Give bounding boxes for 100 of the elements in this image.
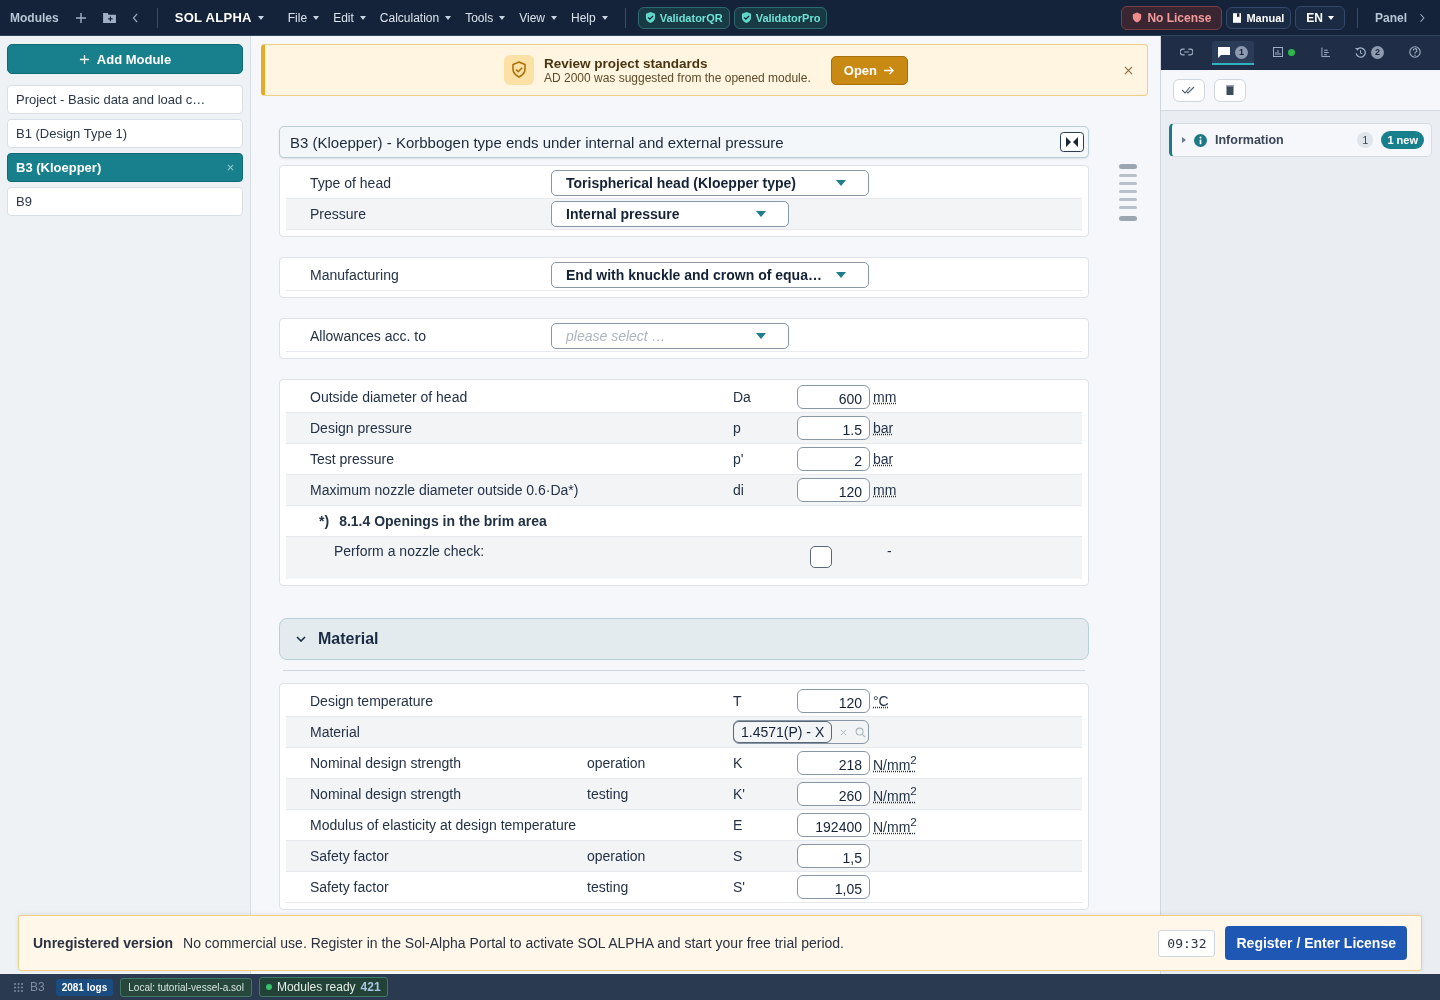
value-field[interactable]: 600: [797, 385, 870, 409]
validator-button[interactable]: ValidatorPro: [733, 6, 828, 29]
value-field[interactable]: 260: [797, 782, 870, 806]
mark-all-read-button[interactable]: [1173, 78, 1205, 102]
delete-button[interactable]: [1214, 78, 1246, 102]
menu-item[interactable]: File: [282, 10, 325, 25]
status-dot-icon: [1288, 48, 1296, 56]
language-dropdown[interactable]: EN: [1295, 5, 1345, 30]
result-text: -: [886, 543, 892, 559]
notice-title: Review project standards: [543, 55, 709, 71]
add-module-button[interactable]: Add Module: [7, 44, 243, 74]
caret-icon: [836, 180, 846, 186]
field-label: Manufacturing: [309, 267, 400, 283]
value-field[interactable]: 1,05: [797, 875, 870, 899]
panel-tab[interactable]: 1: [1212, 41, 1254, 65]
countdown-timer: 09:32: [1158, 929, 1216, 957]
field-label: Maximum nozzle diameter outside 0.6·Da*): [309, 482, 580, 498]
value-field[interactable]: 218: [797, 751, 870, 775]
material-header[interactable]: Material: [279, 618, 1089, 660]
symbol-label: K: [733, 755, 743, 771]
link-icon: [1179, 48, 1193, 56]
count-badge: 1: [1357, 132, 1374, 148]
caret-icon: [756, 211, 766, 217]
app-menu[interactable]: SOL ALPHA: [169, 10, 269, 25]
caret-icon: [1328, 15, 1334, 20]
register-button[interactable]: Register / Enter License: [1225, 926, 1407, 960]
module-item[interactable]: B9: [7, 187, 243, 216]
chart-icon: [1273, 47, 1284, 57]
caret-icon: [836, 272, 846, 278]
symbol-label: S: [733, 848, 743, 864]
qualifier-label: operation: [587, 755, 646, 771]
panel-toggle[interactable]: Panel: [1370, 10, 1430, 25]
menu-item[interactable]: View: [514, 10, 562, 25]
symbol-label: p: [733, 420, 741, 436]
value-field[interactable]: 192400: [797, 813, 870, 837]
field-label: Type of head: [309, 175, 392, 191]
module-item[interactable]: B1 (Design Type 1): [7, 119, 243, 148]
field-label: Safety factor: [309, 879, 390, 895]
material-field[interactable]: 1.4571(P) - X: [733, 721, 833, 743]
dropdown[interactable]: Torispherical head (Kloepper type): [551, 170, 869, 196]
symbol-label: E: [733, 817, 743, 833]
message-group[interactable]: Information 1 1 new: [1169, 123, 1432, 157]
manual-button[interactable]: Manual: [1226, 6, 1292, 29]
field-label: Modulus of elasticity at design temperature: [309, 817, 578, 833]
notice-text: AD 2000 was suggested from the opened module.: [543, 70, 811, 85]
field-label: Pressure: [309, 206, 368, 222]
shield-check-icon: [644, 12, 656, 23]
module-item[interactable]: B3 (Kloepper): [7, 153, 243, 182]
caret-icon: [756, 333, 766, 339]
book-icon: [1233, 12, 1242, 23]
shield-icon: [1132, 12, 1143, 23]
dropdown[interactable]: End with knuckle and crown of equa…: [551, 262, 869, 288]
value-field[interactable]: 1,5: [797, 844, 870, 868]
dropdown[interactable]: Internal pressure: [551, 201, 789, 227]
status-dot-icon: [265, 984, 272, 990]
value-field[interactable]: 1.5: [797, 416, 870, 440]
value-field[interactable]: 2: [797, 447, 870, 471]
caret-icon: [499, 15, 506, 20]
field-label: Outside diameter of head: [309, 389, 469, 405]
symbol-label: Da: [733, 389, 751, 405]
chevron-left-icon[interactable]: [131, 12, 139, 23]
caret-icon: [601, 15, 608, 20]
menu-item[interactable]: Help: [566, 10, 613, 25]
note-heading: 8.1.4 Openings in the brim area: [339, 513, 547, 529]
value-field[interactable]: 120: [797, 478, 870, 502]
module-item[interactable]: Project - Basic data and load c…: [7, 85, 243, 114]
symbol-label: K': [733, 786, 745, 802]
field-label: Allowances acc. to: [309, 328, 427, 344]
collapse-icon[interactable]: [1060, 132, 1084, 152]
caret-icon: [313, 15, 320, 20]
chevron-right-icon: [1419, 12, 1425, 23]
module-code: B3: [30, 980, 45, 994]
shield-check-icon: [503, 55, 534, 85]
menu-item[interactable]: Edit: [328, 10, 371, 25]
value-field[interactable]: 120: [797, 689, 870, 713]
field-label: Design temperature: [309, 693, 434, 709]
field-label: Material: [309, 724, 361, 740]
logs-badge[interactable]: 2081 logs: [55, 978, 114, 996]
unit-label: bar: [873, 451, 894, 467]
panel-tab[interactable]: 2: [1348, 41, 1390, 65]
field-label: Nominal design strength: [309, 786, 462, 802]
checkbox[interactable]: [810, 546, 832, 568]
symbol-label: p': [733, 451, 744, 467]
plus-icon[interactable]: [74, 11, 87, 24]
validator-button[interactable]: ValidatorQR: [637, 6, 730, 29]
qualifier-label: operation: [587, 848, 646, 864]
arrow-right-icon: [884, 65, 896, 75]
caret-icon: [445, 15, 452, 20]
folder-icon[interactable]: [102, 12, 116, 23]
menu-item[interactable]: Calculation: [374, 10, 457, 25]
qualifier-label: testing: [587, 786, 629, 802]
triangle-icon: [1182, 137, 1186, 143]
caret-icon: [359, 15, 366, 20]
menu-item[interactable]: Tools: [460, 10, 511, 25]
license-button[interactable]: No License: [1121, 5, 1223, 30]
caret-icon: [257, 15, 264, 20]
unit-label: °C: [873, 693, 889, 709]
grid-icon[interactable]: [14, 982, 23, 992]
close-icon[interactable]: [1124, 66, 1133, 75]
caret-icon: [551, 15, 557, 20]
